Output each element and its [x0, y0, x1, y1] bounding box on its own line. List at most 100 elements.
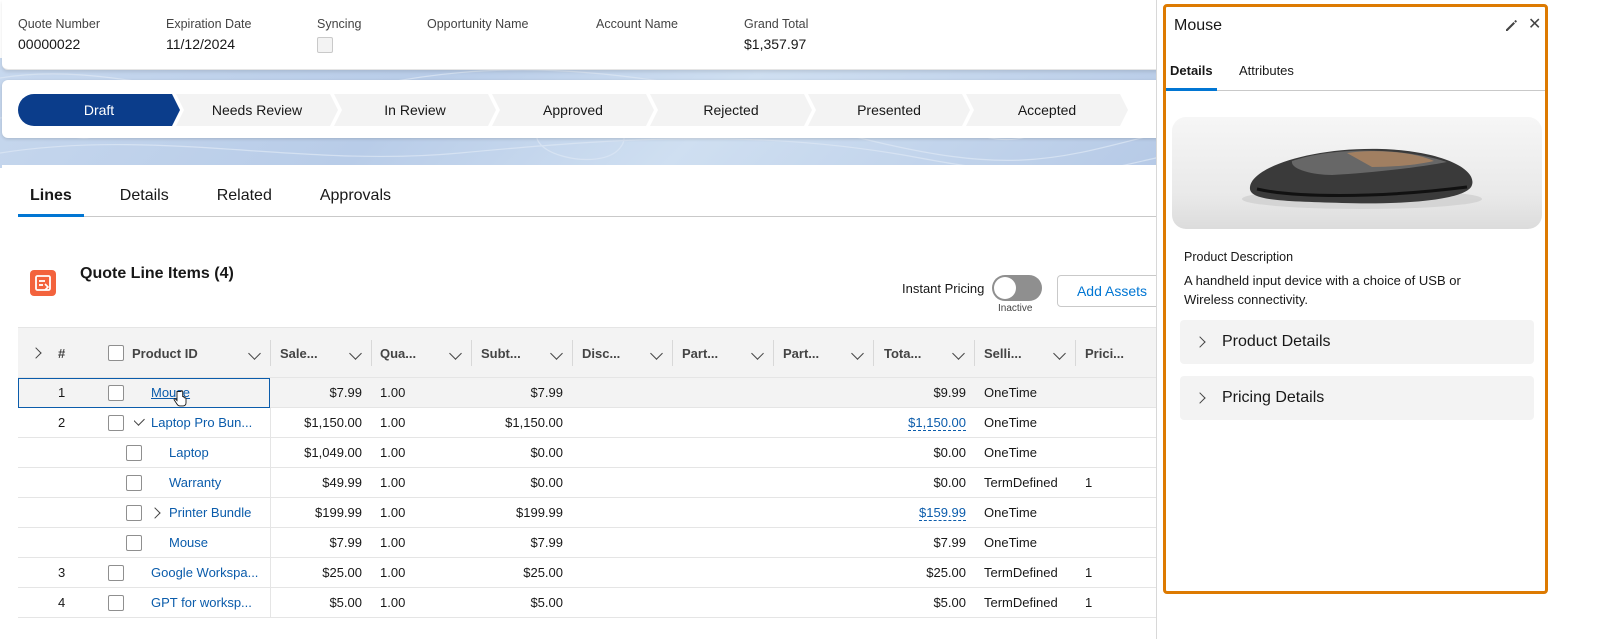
table-row[interactable]: 4 GPT for worksp... $5.00 1.00 $5.00 $5.…	[18, 588, 1180, 618]
select-all-checkbox[interactable]	[108, 345, 124, 361]
syncing-checkbox	[317, 37, 333, 53]
status-path: Draft Needs Review In Review Approved Re…	[18, 94, 1124, 126]
col-menu-discount-icon[interactable]	[650, 328, 663, 378]
col-header-sales-price[interactable]: Sale...	[280, 328, 318, 378]
col-header-product-id[interactable]: Product ID	[132, 328, 198, 378]
table-row[interactable]: 2 Laptop Pro Bun... $1,150.00 1.00 $1,15…	[18, 408, 1180, 438]
product-link[interactable]: Google Workspa...	[151, 558, 263, 588]
col-menu-total-icon[interactable]	[952, 328, 965, 378]
instant-pricing-toggle[interactable]	[992, 275, 1042, 301]
product-link[interactable]: Laptop Pro Bun...	[151, 408, 263, 438]
product-image	[1172, 117, 1542, 229]
sales-price: $25.00	[322, 565, 362, 580]
row-checkbox[interactable]	[108, 595, 124, 611]
total-price-link[interactable]: $1,150.00	[884, 408, 966, 438]
sales-price: $5.00	[329, 595, 362, 610]
path-stage-rejected[interactable]: Rejected	[650, 94, 812, 126]
table-row[interactable]: Printer Bundle $199.99 1.00 $199.99 $159…	[18, 498, 1180, 528]
row-checkbox[interactable]	[126, 475, 142, 491]
col-header-partner-2[interactable]: Part...	[783, 328, 819, 378]
product-detail-panel: Mouse ✕ Details Attributes Product Descr…	[1163, 4, 1548, 594]
panel-tab-attributes[interactable]: Attributes	[1239, 63, 1294, 91]
subtotal: $0.00	[530, 475, 563, 490]
total-price-link[interactable]: $159.99	[884, 498, 966, 528]
product-link[interactable]: Laptop	[169, 438, 259, 468]
quantity: 1.00	[380, 385, 406, 400]
grand-total-label: Grand Total	[744, 17, 809, 31]
expand-all-icon[interactable]	[30, 328, 42, 378]
sales-price: $1,150.00	[304, 415, 362, 430]
row-checkbox[interactable]	[126, 505, 142, 521]
tab-approvals[interactable]: Approvals	[308, 185, 403, 217]
tab-related[interactable]: Related	[205, 185, 284, 217]
add-assets-button[interactable]: Add Assets	[1057, 275, 1167, 307]
product-description-label: Product Description	[1184, 250, 1294, 264]
close-icon[interactable]: ✕	[1528, 17, 1542, 33]
pricing-term	[1085, 528, 1125, 558]
product-link[interactable]: GPT for worksp...	[151, 588, 263, 618]
row-checkbox[interactable]	[126, 535, 142, 551]
row-number: 2	[58, 415, 66, 430]
quantity: 1.00	[380, 595, 406, 610]
table-row[interactable]: 3 Google Workspa... $25.00 1.00 $25.00 $…	[18, 558, 1180, 588]
col-header-discount[interactable]: Disc...	[582, 328, 620, 378]
selling-model: TermDefined	[984, 565, 1058, 580]
total-price: $7.99	[933, 535, 966, 550]
row-number: 4	[58, 595, 66, 610]
edit-pencil-icon[interactable]	[1504, 19, 1518, 33]
col-menu-partner-1-icon[interactable]	[751, 328, 764, 378]
col-header-selling-model[interactable]: Selli...	[984, 328, 1022, 378]
path-stage-approved[interactable]: Approved	[492, 94, 654, 126]
quote-number-value: 00000022	[18, 36, 81, 52]
total-price: $25.00	[926, 565, 966, 580]
subtotal: $7.99	[530, 535, 563, 550]
col-menu-selling-model-icon[interactable]	[1053, 328, 1066, 378]
table-row[interactable]: Laptop $1,049.00 1.00 $0.00 $0.00 OneTim…	[18, 438, 1180, 468]
section-pricing-details[interactable]: Pricing Details	[1180, 376, 1534, 420]
collapse-chevron-icon[interactable]	[134, 408, 146, 438]
syncing-label: Syncing	[317, 17, 362, 31]
path-stage-needs-review[interactable]: Needs Review	[176, 94, 338, 126]
col-menu-sales-price-icon[interactable]	[349, 328, 362, 378]
row-checkbox[interactable]	[108, 385, 124, 401]
col-header-total[interactable]: Tota...	[884, 328, 921, 378]
row-checkbox[interactable]	[126, 445, 142, 461]
total-price: $5.00	[933, 595, 966, 610]
selling-model: OneTime	[984, 505, 1037, 520]
pricing-term: 1	[1085, 565, 1093, 580]
quantity: 1.00	[380, 415, 406, 430]
row-checkbox[interactable]	[108, 415, 124, 431]
row-checkbox[interactable]	[108, 565, 124, 581]
section-product-details[interactable]: Product Details	[1180, 320, 1534, 364]
product-link[interactable]: Mouse	[169, 528, 259, 558]
record-highlights: Quote Number 00000022 Expiration Date 11…	[2, 0, 1182, 70]
row-number: 1	[58, 385, 66, 400]
col-header-partner-1[interactable]: Part...	[682, 328, 718, 378]
table-row[interactable]: Mouse $7.99 1.00 $7.99 $7.99 OneTime	[18, 528, 1180, 558]
path-stage-in-review[interactable]: In Review	[334, 94, 496, 126]
product-link[interactable]: Printer Bundle	[169, 498, 269, 528]
panel-tab-details[interactable]: Details	[1166, 63, 1217, 91]
table-row[interactable]: Warranty $49.99 1.00 $0.00 $0.00 TermDef…	[18, 468, 1180, 498]
product-link[interactable]: Warranty	[169, 468, 259, 498]
expand-chevron-icon[interactable]	[151, 498, 163, 528]
path-stage-presented[interactable]: Presented	[808, 94, 970, 126]
table-row[interactable]: 1 Mouse $7.99 1.00 $7.99 $9.99 OneTime	[18, 378, 1180, 408]
opportunity-label: Opportunity Name	[427, 17, 529, 31]
product-link[interactable]: Mouse	[151, 378, 251, 408]
col-header-pricing-term[interactable]: Prici...	[1085, 328, 1124, 378]
path-stage-accepted[interactable]: Accepted	[966, 94, 1128, 126]
tab-lines[interactable]: Lines	[18, 185, 84, 217]
hand-cursor-icon	[173, 390, 187, 407]
sales-price: $49.99	[322, 475, 362, 490]
col-menu-partner-2-icon[interactable]	[851, 328, 864, 378]
col-menu-product-id-icon[interactable]	[248, 328, 261, 378]
quantity: 1.00	[380, 475, 406, 490]
col-header-quantity[interactable]: Qua...	[380, 328, 416, 378]
col-header-subtotal[interactable]: Subt...	[481, 328, 521, 378]
tab-details[interactable]: Details	[108, 185, 181, 217]
quantity: 1.00	[380, 565, 406, 580]
path-stage-draft[interactable]: Draft	[18, 94, 180, 126]
col-menu-subtotal-icon[interactable]	[550, 328, 563, 378]
col-menu-quantity-icon[interactable]	[449, 328, 462, 378]
